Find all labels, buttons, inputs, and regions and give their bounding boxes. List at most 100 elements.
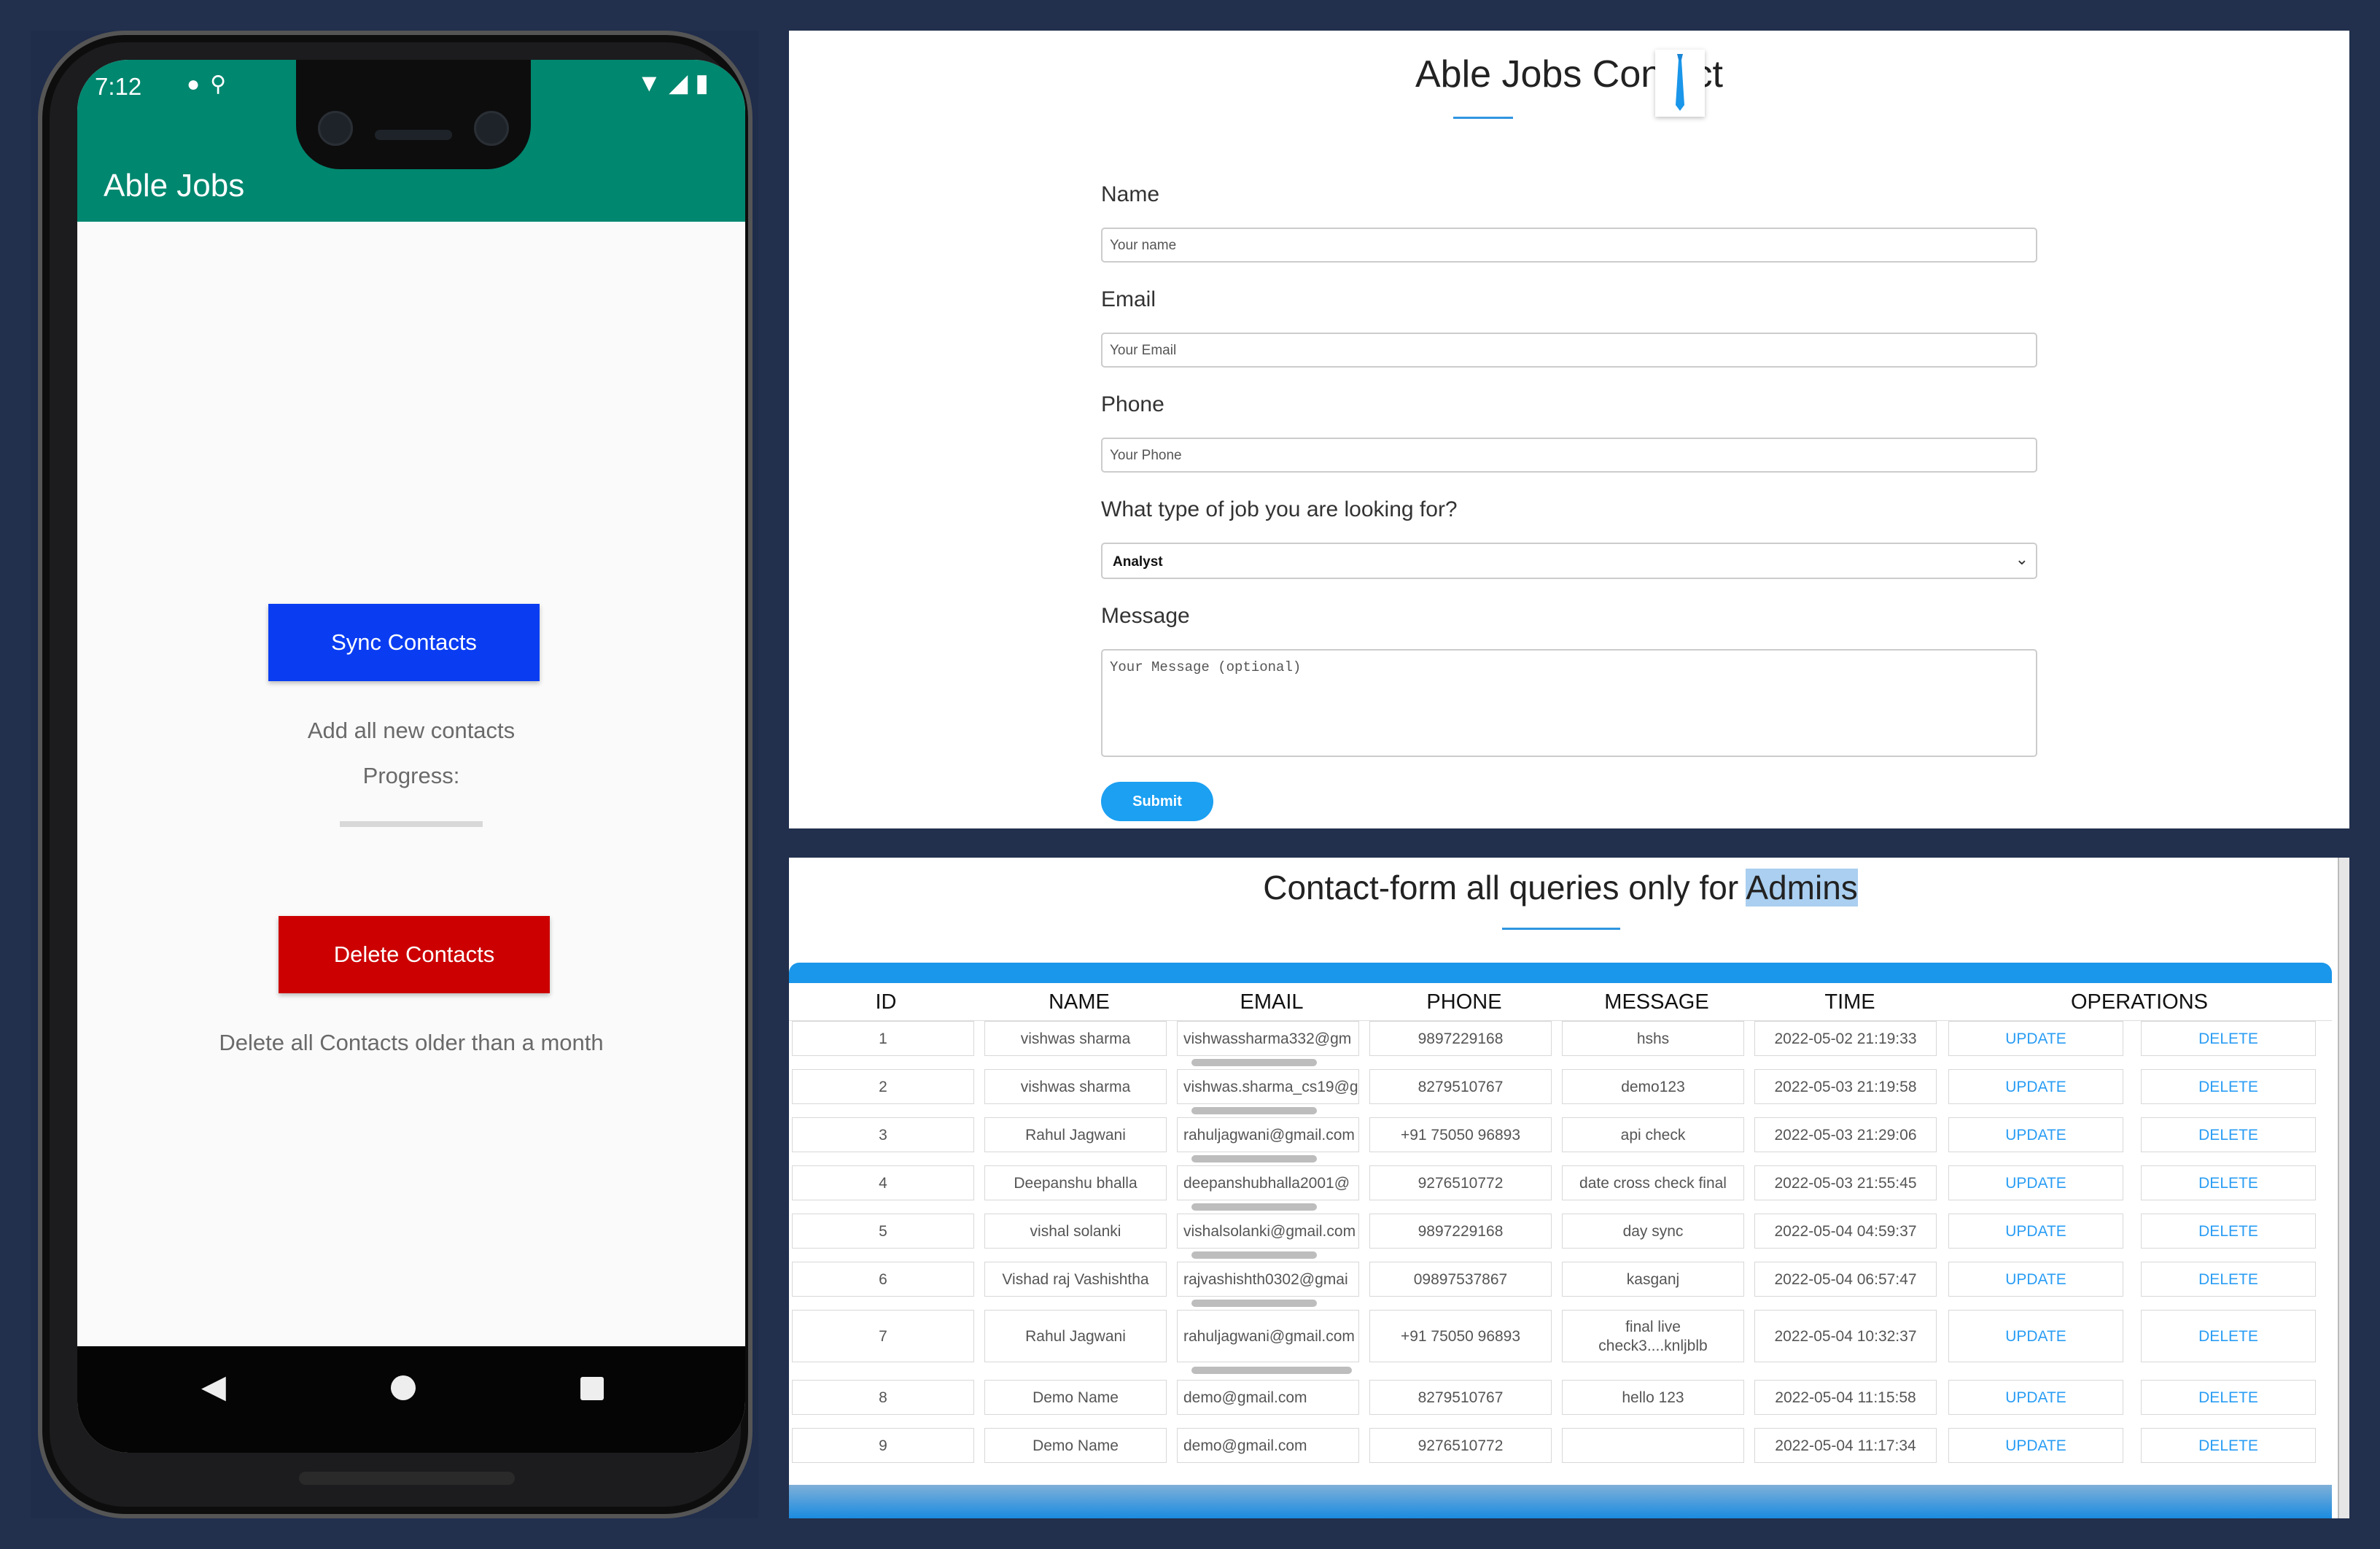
table-row: 1 vishwas sharma vishwassharma332@gm 989722…: [789, 1021, 2332, 1066]
column-header-phone: PHONE: [1426, 990, 1502, 1014]
vertical-scrollbar[interactable]: [2338, 858, 2349, 1518]
cell-id: 6: [792, 1262, 974, 1297]
delete-row-button[interactable]: DELETE: [2141, 1214, 2316, 1249]
cell-name: Deepanshu bhalla: [984, 1165, 1167, 1200]
update-button[interactable]: UPDATE: [1948, 1165, 2123, 1200]
status-time: 7:12: [95, 73, 142, 100]
email-cell-scrollbar[interactable]: [1191, 1059, 1317, 1066]
cell-id: 4: [792, 1165, 974, 1200]
delete-row-button[interactable]: DELETE: [2141, 1428, 2316, 1463]
table-row: 4 Deepanshu bhalla deepanshubhalla2001@ 927…: [789, 1165, 2332, 1211]
necktie-icon: [1655, 50, 1705, 117]
wifi-icon: ▼: [637, 69, 669, 97]
table-row: 2 vishwas sharma vishwas.sharma_cs19@g 8279…: [789, 1069, 2332, 1114]
column-header-name: NAME: [1049, 990, 1110, 1014]
phone-frame: 7:12 ●⚲ ▼◢▮ Able Jobs Sync Contacts Add …: [38, 31, 752, 1518]
column-header-operations: OPERATIONS: [2071, 990, 2208, 1014]
job-type-select[interactable]: Analyst ⌄: [1101, 543, 2037, 579]
sync-progress-bar: [340, 821, 483, 827]
email-cell-scrollbar[interactable]: [1191, 1155, 1317, 1162]
update-button[interactable]: UPDATE: [1948, 1380, 2123, 1415]
sync-contacts-button[interactable]: Sync Contacts: [268, 604, 540, 681]
delete-contacts-button[interactable]: Delete Contacts: [279, 916, 550, 993]
cell-phone: 8279510767: [1369, 1380, 1552, 1415]
message-textarea[interactable]: Your Message (optional): [1101, 649, 2037, 757]
front-camera-icon: [318, 111, 353, 146]
update-button[interactable]: UPDATE: [1948, 1117, 2123, 1152]
table-row: 3 Rahul Jagwani rahuljagwani@gmail.com +91 …: [789, 1117, 2332, 1162]
cell-email: vishalsolanki@gmail.com: [1177, 1214, 1359, 1249]
back-icon[interactable]: ◀: [201, 1368, 226, 1405]
phone-input[interactable]: Your Phone: [1101, 438, 2037, 473]
email-cell-scrollbar[interactable]: [1191, 1251, 1317, 1259]
name-input[interactable]: Your name: [1101, 228, 2037, 263]
table-row: 5 vishal solanki vishalsolanki@gmail.com 98…: [789, 1214, 2332, 1259]
column-header-message: MESSAGE: [1604, 990, 1709, 1014]
cell-name: Demo Name: [984, 1428, 1167, 1463]
email-input[interactable]: Your Email: [1101, 333, 2037, 368]
signal-icon: ◢: [669, 69, 696, 97]
phone-notch: [296, 60, 531, 169]
cell-message-line: check3....knljblb: [1598, 1338, 1708, 1354]
bottom-speaker-grille: [299, 1472, 515, 1485]
cell-message: demo123: [1562, 1069, 1744, 1104]
update-button[interactable]: UPDATE: [1948, 1428, 2123, 1463]
app-content: Sync Contacts Add all new contacts Progr…: [77, 222, 745, 1346]
update-button[interactable]: UPDATE: [1948, 1262, 2123, 1297]
recents-icon[interactable]: [580, 1377, 604, 1400]
cell-time: 2022-05-03 21:19:58: [1754, 1069, 1937, 1104]
cell-id: 8: [792, 1380, 974, 1415]
message-icon: ●: [187, 72, 211, 96]
title-underline: [1453, 117, 1513, 119]
cell-phone: +91 75050 96893: [1369, 1310, 1552, 1362]
cell-time: 2022-05-03 21:55:45: [1754, 1165, 1937, 1200]
admin-title-highlight: Admins: [1746, 869, 1858, 907]
form-title: Able Jobs Contact: [1415, 53, 1724, 96]
cell-id: 1: [792, 1021, 974, 1056]
cell-name: vishwas sharma: [984, 1021, 1167, 1056]
location-icon: ⚲: [210, 72, 237, 96]
update-button[interactable]: UPDATE: [1948, 1021, 2123, 1056]
battery-icon: ▮: [695, 69, 716, 97]
column-header-id: ID: [875, 990, 897, 1014]
job-type-label: What type of job you are looking for?: [1101, 497, 1458, 521]
cell-name: vishwas sharma: [984, 1069, 1167, 1104]
delete-row-button[interactable]: DELETE: [2141, 1165, 2316, 1200]
email-cell-scrollbar[interactable]: [1191, 1203, 1317, 1211]
cell-id: 9: [792, 1428, 974, 1463]
cell-phone: 9276510772: [1369, 1165, 1552, 1200]
cell-message: [1562, 1428, 1744, 1463]
cell-email: rahuljagwani@gmail.com: [1177, 1117, 1359, 1152]
submit-button[interactable]: Submit: [1101, 782, 1213, 821]
update-button[interactable]: UPDATE: [1948, 1069, 2123, 1104]
delete-row-button[interactable]: DELETE: [2141, 1117, 2316, 1152]
app-bar: 7:12 ●⚲ ▼◢▮ Able Jobs: [77, 60, 745, 222]
delete-row-button[interactable]: DELETE: [2141, 1021, 2316, 1056]
update-button[interactable]: UPDATE: [1948, 1214, 2123, 1249]
earpiece-speaker: [375, 130, 452, 140]
cell-email: rajvashishth0302@gmai: [1177, 1262, 1359, 1297]
cell-time: 2022-05-04 10:32:37: [1754, 1310, 1937, 1362]
cell-phone: 9897229168: [1369, 1021, 1552, 1056]
delete-row-button[interactable]: DELETE: [2141, 1262, 2316, 1297]
contact-form-panel: Able Jobs Contact Name Your name Email Y…: [789, 31, 2349, 828]
admin-title-text: Contact-form all queries only for: [1263, 869, 1746, 907]
delete-row-button[interactable]: DELETE: [2141, 1310, 2316, 1362]
cell-time: 2022-05-04 04:59:37: [1754, 1214, 1937, 1249]
email-cell-scrollbar[interactable]: [1191, 1300, 1317, 1307]
cell-message: api check: [1562, 1117, 1744, 1152]
cell-id: 5: [792, 1214, 974, 1249]
app-title: Able Jobs: [104, 168, 245, 203]
chevron-down-icon: ⌄: [2015, 550, 2029, 568]
delete-row-button[interactable]: DELETE: [2141, 1069, 2316, 1104]
progress-label: Progress:: [362, 763, 460, 788]
update-button[interactable]: UPDATE: [1948, 1310, 2123, 1362]
phone-label: Phone: [1101, 392, 1164, 416]
email-cell-scrollbar[interactable]: [1191, 1107, 1317, 1114]
delete-row-button[interactable]: DELETE: [2141, 1380, 2316, 1415]
home-icon[interactable]: [391, 1375, 416, 1400]
column-header-time: TIME: [1824, 990, 1875, 1014]
email-cell-scrollbar[interactable]: [1191, 1367, 1352, 1374]
cell-message: date cross check final: [1562, 1165, 1744, 1200]
name-label: Name: [1101, 182, 1160, 206]
